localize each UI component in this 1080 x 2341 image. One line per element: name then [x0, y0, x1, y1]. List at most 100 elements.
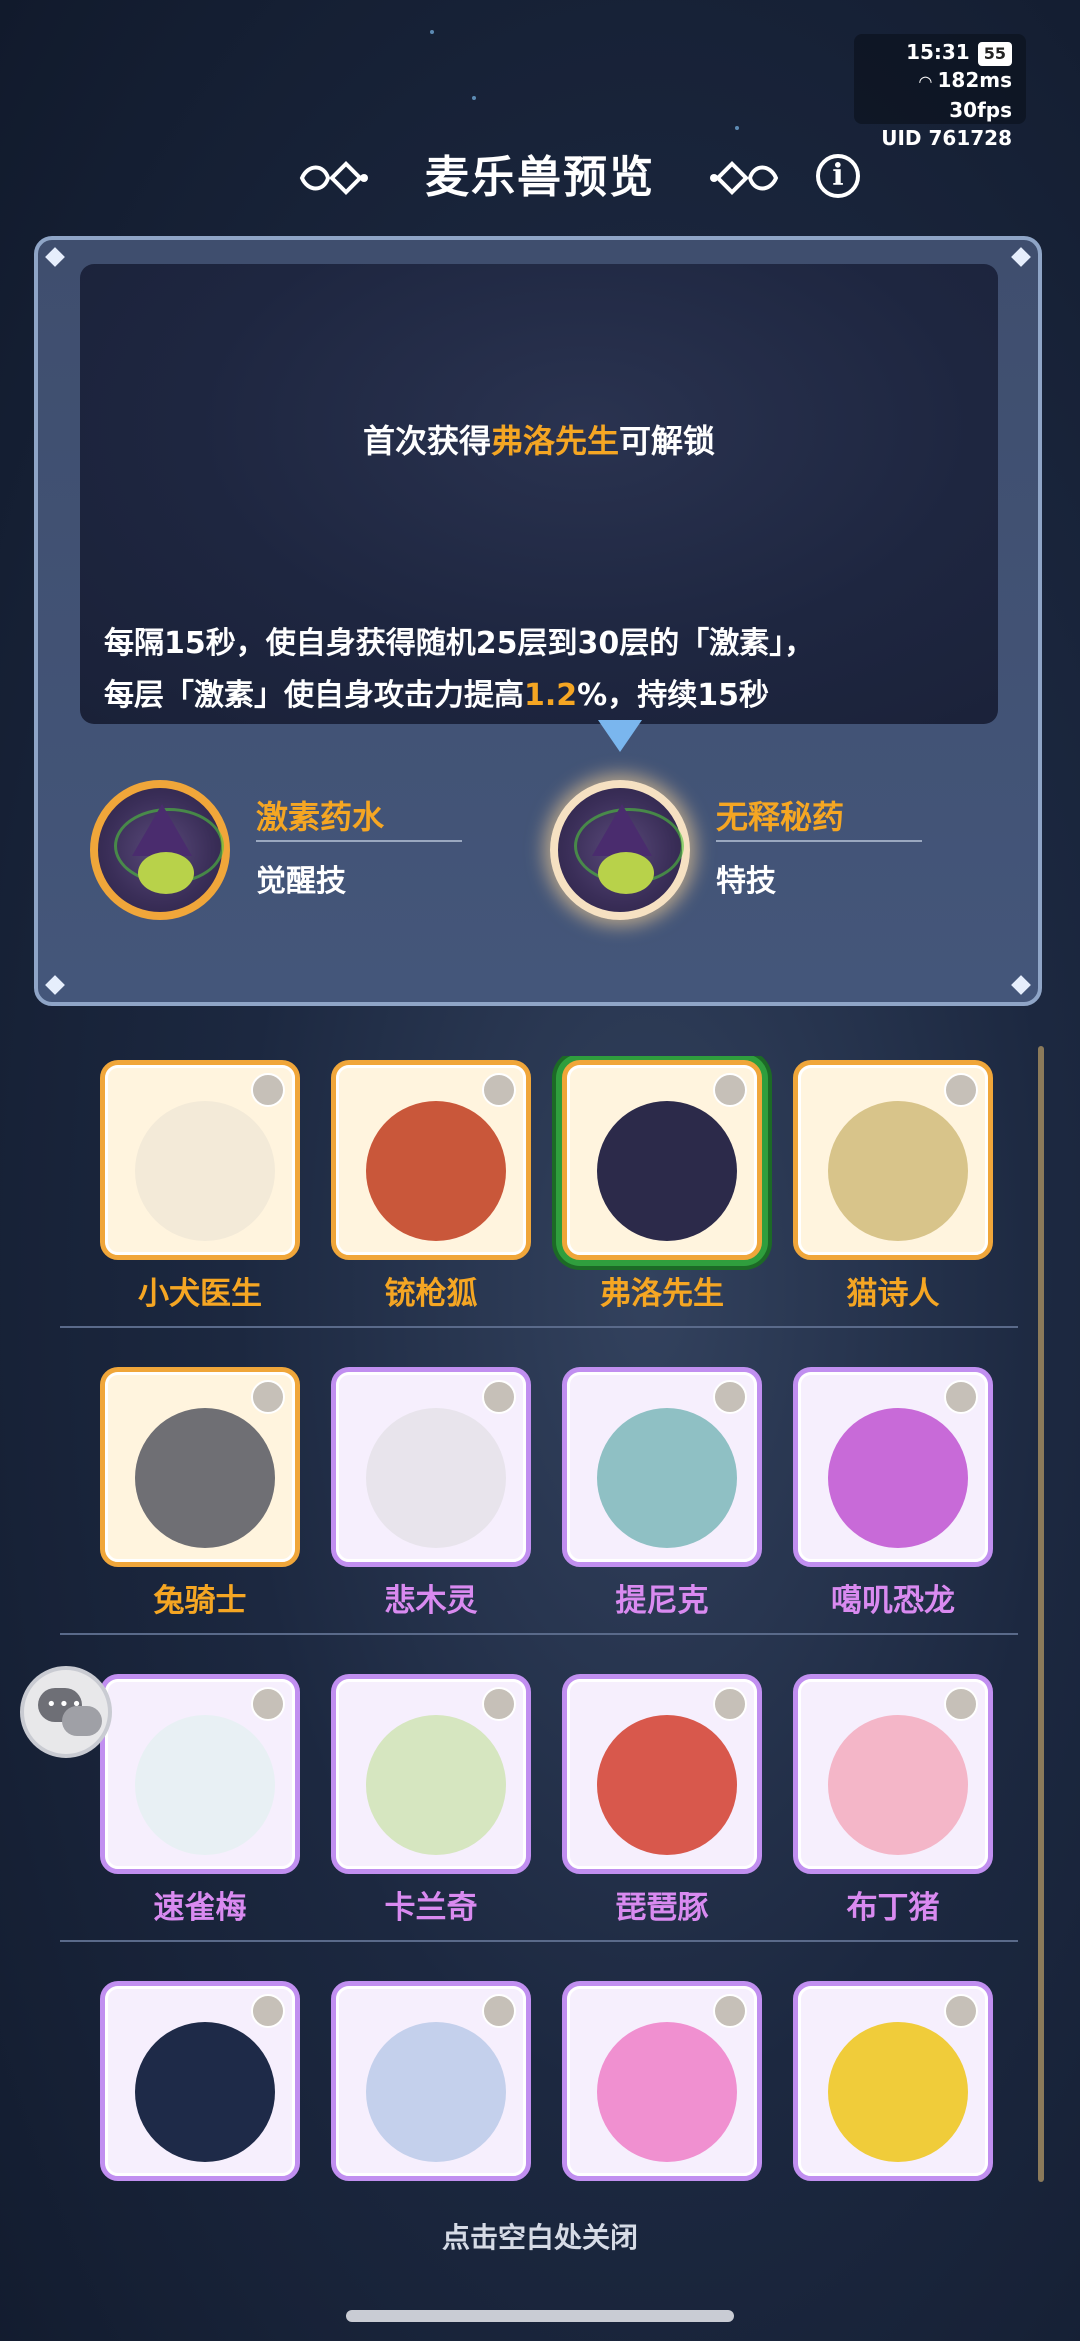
monster-name: 弗洛先生: [600, 1276, 724, 1312]
monster-name: 卡兰奇: [384, 1890, 478, 1926]
corner-ornament: [1011, 975, 1031, 995]
collection-badge-icon: [713, 1073, 747, 1107]
monster-portrait: [331, 1674, 531, 1874]
unlock-condition: 首次获得弗洛先生可解锁: [80, 416, 998, 462]
collection-badge-icon: [482, 1994, 516, 2028]
monster-name: 速雀梅: [153, 1890, 247, 1926]
monster-name: 提尼克: [615, 1583, 709, 1619]
collection-badge-icon: [482, 1380, 516, 1414]
unlock-prefix: 首次获得: [362, 422, 491, 460]
monster-portrait: [100, 1367, 300, 1567]
chat-button[interactable]: •••: [20, 1666, 112, 1758]
divider: [256, 840, 462, 842]
row-divider: [60, 1326, 1018, 1328]
row-divider: [60, 1940, 1018, 1942]
monster-grid: 小犬医生 铳枪狐 弗洛先生 猫诗人兔骑士 悲木灵 提尼克 噶叽恐龙速雀梅 卡兰奇 琵琶豚 布丁猪: [60, 1056, 1020, 2206]
monster-portrait: [100, 1060, 300, 1260]
monster-name: 琵琶豚: [615, 1890, 709, 1926]
monster-art: [366, 2022, 506, 2162]
collection-badge-icon: [713, 1994, 747, 2028]
monster-art: [597, 2022, 737, 2162]
status-overlay: 15:31 55 ◠ 182ms 30fps UID 761728: [854, 34, 1026, 150]
desc-value: 1.2: [524, 678, 578, 713]
home-indicator[interactable]: [346, 2310, 734, 2322]
monster-art: [366, 1408, 506, 1548]
corner-ornament: [45, 247, 65, 267]
skill-type: 觉醒技: [256, 864, 346, 899]
collection-badge-icon: [713, 1380, 747, 1414]
monster-art: [135, 1408, 275, 1548]
arrow-down-icon: [598, 720, 642, 752]
info-icon[interactable]: i: [816, 154, 860, 198]
monster-art: [366, 1715, 506, 1855]
monster-name: 噶叽恐龙: [831, 1583, 955, 1619]
monster-name: 兔骑士: [153, 1583, 247, 1619]
corner-ornament: [1011, 247, 1031, 267]
monster-portrait: [562, 1060, 762, 1260]
page-title: 麦乐兽预览: [425, 152, 655, 203]
monster-portrait: [793, 1981, 993, 2181]
scrollbar[interactable]: [1038, 1046, 1044, 2182]
monster-portrait: [331, 1981, 531, 2181]
wifi-icon: ◠: [919, 72, 932, 91]
monster-name: 猫诗人: [846, 1276, 940, 1312]
monster-art: [597, 1408, 737, 1548]
collection-badge-icon: [944, 1994, 978, 2028]
title-ornament-right-icon: [710, 161, 779, 195]
monster-portrait: [793, 1674, 993, 1874]
desc-text: %，持续15秒: [577, 678, 769, 713]
monster-name: 布丁猪: [846, 1890, 940, 1926]
collection-badge-icon: [251, 1994, 285, 2028]
ping: 182ms: [937, 68, 1013, 92]
monster-art: [366, 1101, 506, 1241]
collection-badge-icon: [482, 1073, 516, 1107]
monster-art: [828, 1715, 968, 1855]
monster-art: [597, 1101, 737, 1241]
battery-indicator: 55: [977, 42, 1012, 66]
collection-badge-icon: [944, 1687, 978, 1721]
monster-name: 悲木灵: [384, 1583, 478, 1619]
monster-portrait: [562, 1981, 762, 2181]
unlock-monster-name: 弗洛先生: [490, 422, 619, 460]
clock: 15:31: [906, 40, 970, 64]
monster-portrait: [100, 1981, 300, 2181]
corner-ornament: [45, 975, 65, 995]
row-divider: [60, 1633, 1018, 1635]
skill-emblem-icon: [90, 780, 230, 920]
collection-badge-icon: [482, 1687, 516, 1721]
monster-art: [828, 1408, 968, 1548]
monster-portrait: [100, 1674, 300, 1874]
skill-name: 无释秘药: [716, 798, 845, 836]
desc-text: 每层「激素」使自身攻击力提高: [104, 678, 524, 713]
fps: 30fps: [949, 98, 1012, 122]
skill-description-box: 首次获得弗洛先生可解锁 每隔15秒，使自身获得随机25层到30层的「激素」， 每…: [80, 264, 998, 724]
collection-badge-icon: [713, 1687, 747, 1721]
skill-type: 特技: [716, 864, 776, 899]
monster-portrait: [331, 1367, 531, 1567]
desc-line-1: 每隔15秒，使自身获得随机25层到30层的「激素」，: [104, 626, 815, 661]
unlock-suffix: 可解锁: [619, 422, 716, 460]
chat-dots: •••: [46, 1694, 84, 1715]
monster-art: [135, 2022, 275, 2162]
skill-description: 每隔15秒，使自身获得随机25层到30层的「激素」， 每层「激素」使自身攻击力提…: [104, 618, 814, 722]
monster-art: [828, 2022, 968, 2162]
monster-art: [135, 1101, 275, 1241]
monster-portrait: [562, 1367, 762, 1567]
monster-name: 小犬医生: [138, 1276, 262, 1312]
close-hint[interactable]: 点击空白处关闭: [0, 2216, 1080, 2256]
preview-panel: 首次获得弗洛先生可解锁 每隔15秒，使自身获得随机25层到30层的「激素」， 每…: [34, 236, 1042, 1006]
collection-badge-icon: [944, 1073, 978, 1107]
skill-emblem-icon: [550, 780, 690, 920]
monster-art: [828, 1101, 968, 1241]
header: 麦乐兽预览 i: [0, 146, 1080, 210]
monster-portrait: [793, 1060, 993, 1260]
collection-badge-icon: [944, 1380, 978, 1414]
collection-badge-icon: [251, 1073, 285, 1107]
collection-badge-icon: [251, 1380, 285, 1414]
monster-art: [597, 1715, 737, 1855]
monster-art: [135, 1715, 275, 1855]
monster-portrait: [793, 1367, 993, 1567]
monster-name: 铳枪狐: [384, 1276, 478, 1312]
monster-portrait: [331, 1060, 531, 1260]
divider: [716, 840, 922, 842]
